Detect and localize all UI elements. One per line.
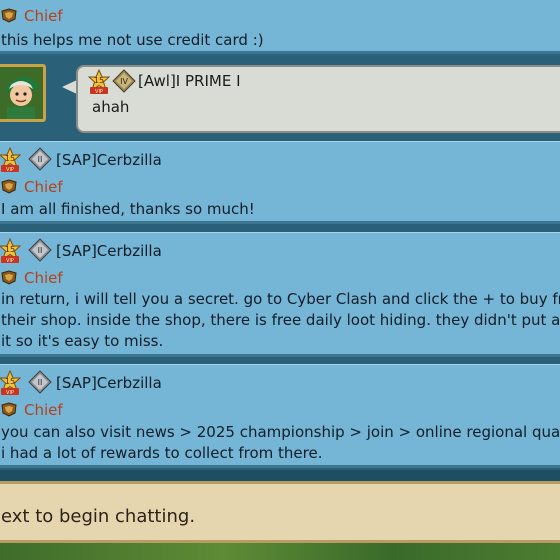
sender-rank: Chief [24, 178, 63, 196]
chief-rank-icon [1, 179, 17, 194]
chat-message[interactable]: 15 VIP II [SAP]Cerbzilla Chief in return… [0, 232, 560, 357]
chat-input-placeholder[interactable]: ext to begin chatting. [1, 506, 195, 527]
own-chat-message[interactable]: 15 VIP IV [Awl]I PRIME I ahah [0, 56, 560, 140]
guild-rank-numeral: II [38, 378, 43, 387]
chief-rank-icon [1, 270, 17, 285]
message-text-line: i had a lot of rewards to collect from t… [1, 444, 323, 462]
guild-rank-diamond-icon: II [28, 238, 52, 262]
sender-rank: Chief [24, 7, 63, 25]
sender-name[interactable]: [SAP]Cerbzilla [56, 374, 162, 392]
guild-rank-numeral: IV [120, 77, 128, 86]
message-text-line: in return, i will tell you a secret. go … [1, 290, 560, 308]
message-text: ahah [92, 98, 130, 116]
chat-message[interactable]: Chief this helps me not use credit card … [0, 0, 560, 54]
player-avatar[interactable] [0, 64, 46, 122]
vip-badge-icon: 15 VIP [0, 238, 21, 264]
chief-rank-icon [1, 8, 17, 23]
sender-rank: Chief [24, 401, 63, 419]
guild-rank-diamond-icon: IV [112, 69, 136, 93]
avatar-portrait-icon [0, 67, 43, 119]
chat-message[interactable]: 15 VIP II [SAP]Cerbzilla Chief you can a… [0, 364, 560, 468]
chat-input-field[interactable]: ext to begin chatting. [0, 481, 560, 543]
message-bubble[interactable]: 15 VIP IV [Awl]I PRIME I ahah [76, 65, 560, 133]
svg-text:VIP: VIP [6, 258, 14, 264]
message-text-line: their shop. inside the shop, there is fr… [1, 311, 560, 329]
vip-badge-icon: 15 VIP [0, 370, 21, 396]
sender-name[interactable]: [Awl]I PRIME I [138, 72, 241, 90]
message-text-line: it so it's easy to miss. [1, 332, 164, 350]
sender-name[interactable]: [SAP]Cerbzilla [56, 151, 162, 169]
svg-text:VIP: VIP [6, 167, 14, 173]
chat-log[interactable]: Chief this helps me not use credit card … [0, 0, 560, 470]
guild-rank-numeral: II [38, 155, 43, 164]
message-text: this helps me not use credit card :) [1, 31, 264, 49]
guild-rank-diamond-icon: II [28, 370, 52, 394]
sender-rank: Chief [24, 269, 63, 287]
vip-badge-icon: 15 VIP [88, 69, 110, 95]
bubble-tail [62, 80, 77, 94]
vip-level: 15 [5, 245, 15, 254]
svg-text:VIP: VIP [6, 390, 14, 396]
chief-rank-icon [1, 402, 17, 417]
vip-level: 15 [5, 377, 15, 386]
vip-level: 15 [5, 154, 15, 163]
sender-name[interactable]: [SAP]Cerbzilla [56, 242, 162, 260]
ground-decoration [0, 543, 560, 560]
guild-rank-diamond-icon: II [28, 147, 52, 171]
guild-rank-numeral: II [38, 246, 43, 255]
vip-badge-icon: 15 VIP [0, 147, 21, 173]
svg-text:VIP: VIP [95, 89, 103, 95]
message-text: I am all finished, thanks so much! [1, 200, 255, 218]
vip-level: 15 [94, 76, 104, 85]
chat-message[interactable]: 15 VIP II [SAP]Cerbzilla Chief I am all … [0, 141, 560, 224]
message-text-line: you can also visit news > 2025 champions… [1, 423, 560, 441]
